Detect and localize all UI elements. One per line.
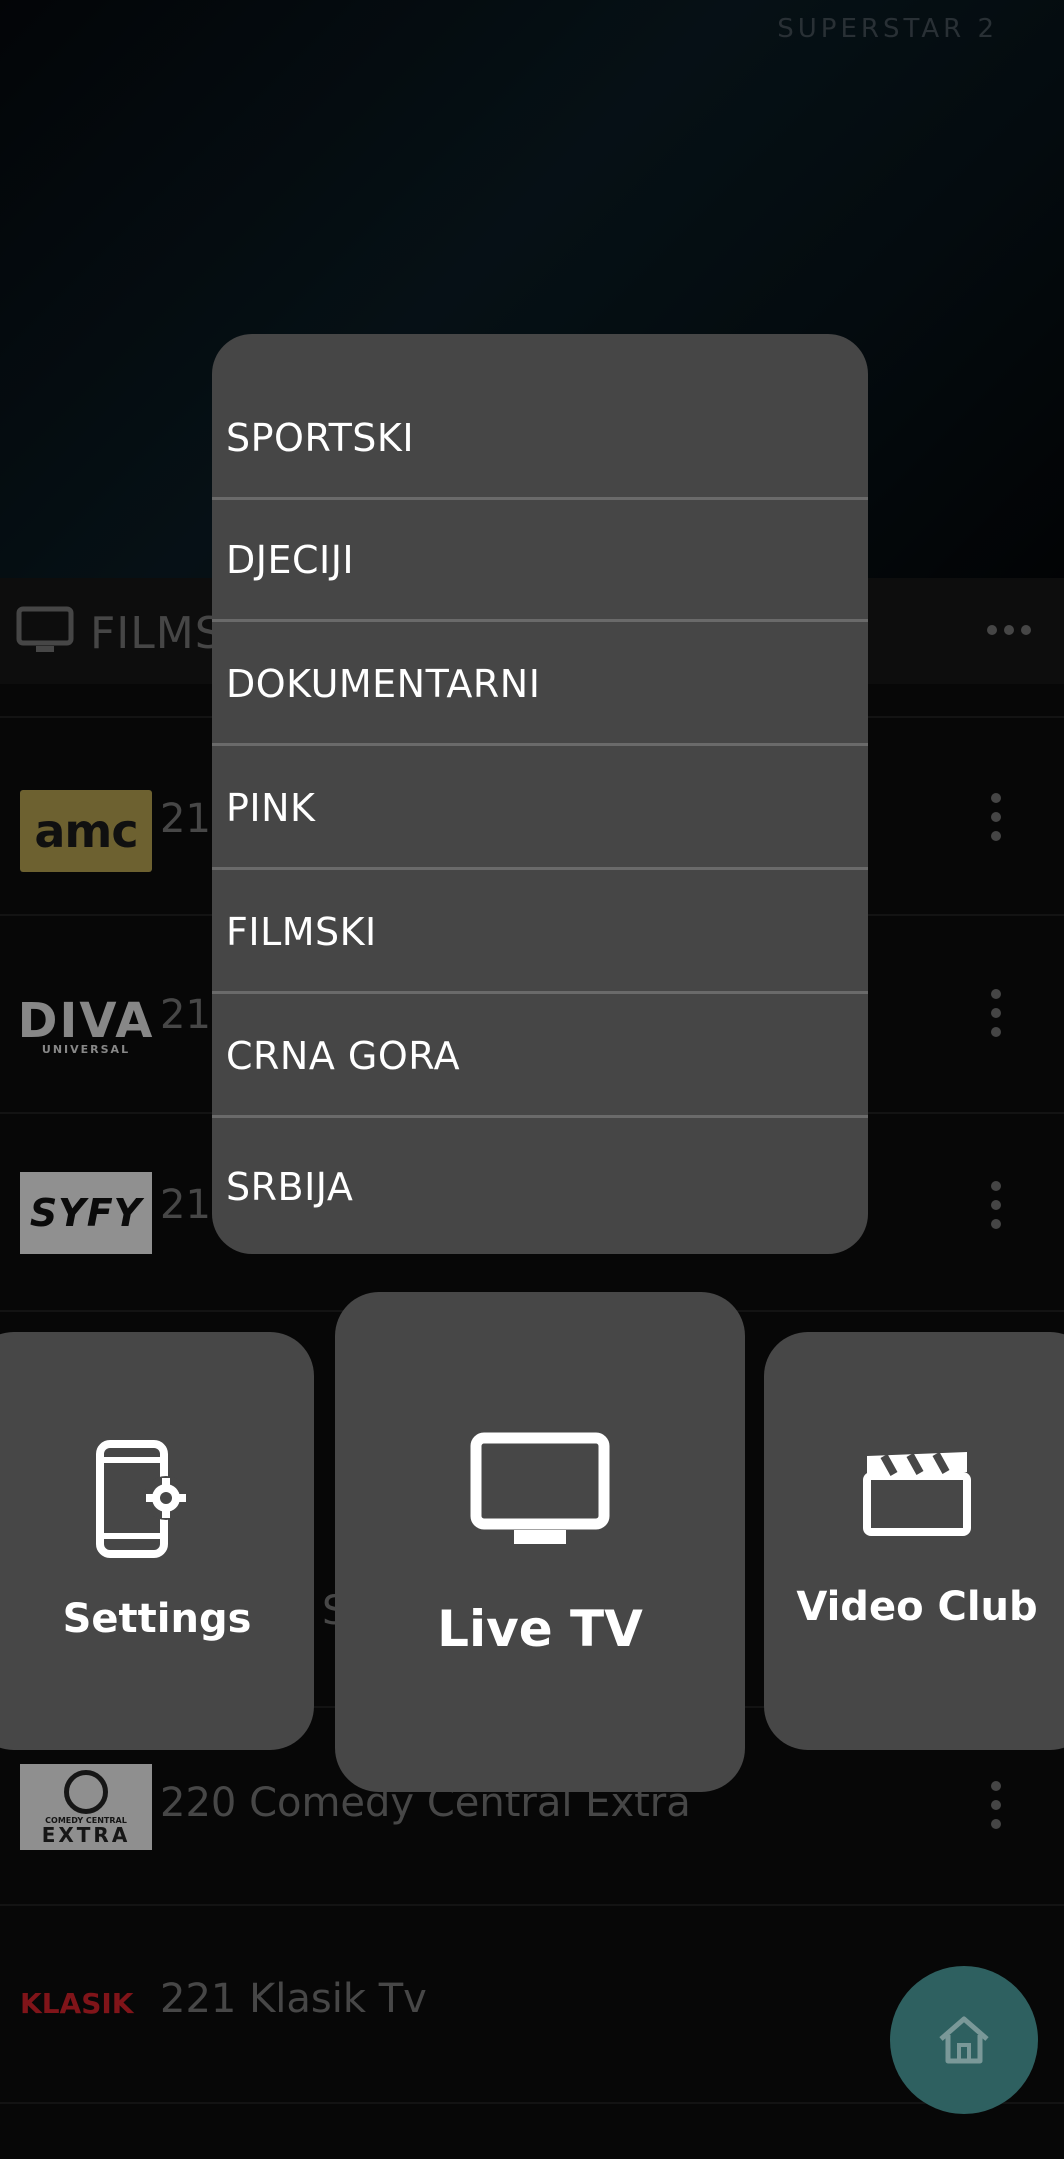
video-club-label: Video Club [796, 1584, 1038, 1630]
settings-card[interactable]: Settings [0, 1332, 314, 1750]
phone-settings-icon [96, 1440, 188, 1558]
settings-label: Settings [62, 1596, 252, 1642]
video-club-card[interactable]: Video Club [764, 1332, 1064, 1750]
dropdown-item-dokumentarni[interactable]: DOKUMENTARNI [212, 624, 868, 746]
category-dropdown: SPORTSKI DJECIJI DOKUMENTARNI PINK FILMS… [212, 334, 868, 1254]
tv-icon [470, 1432, 610, 1544]
live-tv-card[interactable]: Live TV [335, 1292, 745, 1792]
dropdown-item-sportski[interactable]: SPORTSKI [212, 334, 868, 500]
dropdown-item-djeciji[interactable]: DJECIJI [212, 500, 868, 622]
clapperboard-icon [863, 1452, 971, 1536]
dropdown-item-pink[interactable]: PINK [212, 748, 868, 870]
live-tv-label: Live TV [437, 1600, 643, 1658]
home-icon [939, 2016, 989, 2064]
home-button[interactable] [890, 1966, 1038, 2114]
dropdown-item-crna-gora[interactable]: CRNA GORA [212, 996, 868, 1118]
dropdown-item-filmski[interactable]: FILMSKI [212, 872, 868, 994]
dropdown-item-srbija[interactable]: SRBIJA [212, 1120, 868, 1254]
